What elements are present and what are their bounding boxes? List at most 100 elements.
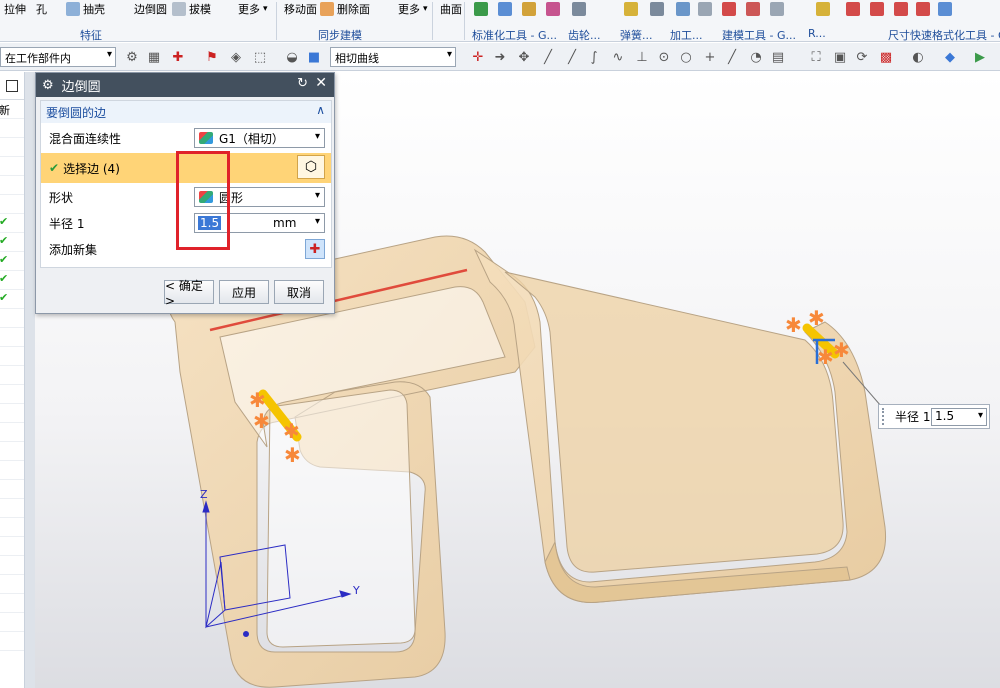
list-item[interactable] (0, 632, 24, 651)
r-tool-icon[interactable] (816, 2, 830, 16)
line-icon[interactable]: ╱ (540, 49, 556, 65)
list-item[interactable] (0, 480, 24, 499)
plus-icon[interactable]: + (702, 49, 718, 65)
feature-icon[interactable]: ⚑ (204, 49, 220, 65)
dim-tool-icon[interactable] (916, 2, 930, 16)
list-item[interactable] (0, 119, 24, 138)
dim-tool-icon[interactable] (846, 2, 860, 16)
spline-icon[interactable]: ∿ (610, 49, 626, 65)
list-item[interactable]: ✔ (0, 214, 24, 233)
std-tool-icon[interactable] (522, 2, 536, 16)
group-modeling-tools[interactable]: 建模工具 - G... (722, 27, 796, 43)
select-solid-button[interactable]: ⬡ (297, 155, 325, 179)
line-icon[interactable]: ╱ (724, 49, 740, 65)
curve-icon[interactable]: ∫ (586, 49, 602, 65)
ribbon-item-delete-face[interactable]: 删除面 (320, 0, 370, 18)
render-style-icon[interactable]: ◐ (910, 49, 926, 65)
group-dim-format[interactable]: 尺寸快速格式化工具 - GC (888, 27, 1000, 43)
fit-view-icon[interactable]: ⛶ (808, 49, 824, 65)
list-item[interactable]: ✔ (0, 252, 24, 271)
chevron-up-icon[interactable]: ∧ (316, 103, 325, 117)
stop-at-intersection-icon[interactable]: ✛ (470, 49, 486, 65)
list-item[interactable]: ✔ (0, 271, 24, 290)
snap-point-icon[interactable]: ✚ (170, 49, 186, 65)
list-item[interactable] (0, 176, 24, 195)
list-item[interactable] (0, 575, 24, 594)
list-item[interactable] (0, 309, 24, 328)
circle-icon[interactable]: ○ (678, 49, 694, 65)
apply-button[interactable]: 应用 (219, 280, 269, 304)
spring-tool-icon[interactable] (624, 2, 638, 16)
reset-icon[interactable]: ↻ (297, 76, 308, 91)
ok-button[interactable]: < 确定 > (164, 279, 214, 308)
list-item[interactable] (0, 556, 24, 575)
view-orientation-icon[interactable]: ▩ (878, 49, 894, 65)
ribbon-item-surface[interactable]: 曲面 (440, 0, 462, 18)
ribbon-item-stretch[interactable]: 拉伸 (4, 0, 26, 18)
list-item[interactable] (0, 328, 24, 347)
list-item[interactable] (0, 347, 24, 366)
radius-onscreen-value[interactable]: 1.5 ▾ (931, 408, 987, 426)
solid-icon[interactable]: ■ (306, 49, 322, 65)
drag-handle-icon[interactable] (882, 408, 888, 425)
std-tool-icon[interactable] (546, 2, 560, 16)
list-item[interactable] (0, 613, 24, 632)
list-item[interactable] (0, 366, 24, 385)
radius-onscreen-input[interactable]: 半径 1 1.5 ▾ (878, 404, 990, 429)
layer-icon[interactable]: ▶ (972, 49, 988, 65)
shaded-icon[interactable]: ◆ (942, 49, 958, 65)
ribbon-item-draft[interactable]: 拔模 (172, 0, 211, 18)
gear-icon[interactable]: ⚙ (42, 78, 54, 93)
checkbox-icon[interactable] (6, 80, 18, 92)
curve-rule-combo[interactable]: 相切曲线 ▾ (330, 47, 456, 67)
ribbon-item-move-face[interactable]: 移动面 (284, 0, 317, 18)
ribbon-item-edge-blend[interactable]: 边倒圆 (134, 0, 167, 18)
rotate-icon[interactable]: ⟳ (854, 49, 870, 65)
selection-scope-combo[interactable]: 在工作部件内 ▾ (0, 47, 116, 67)
filter-icon[interactable]: ⚙ (124, 49, 140, 65)
dim-tool-icon[interactable] (870, 2, 884, 16)
list-item[interactable] (0, 461, 24, 480)
list-item[interactable] (0, 518, 24, 537)
list-item[interactable] (0, 385, 24, 404)
list-item[interactable] (0, 195, 24, 214)
list-item[interactable] (0, 442, 24, 461)
pages-icon[interactable]: ▤ (770, 49, 786, 65)
midpoint-icon[interactable]: ⊥ (634, 49, 650, 65)
panel-splitter[interactable] (25, 72, 35, 688)
line-icon[interactable]: ╱ (564, 49, 580, 65)
zoom-icon[interactable]: ▣ (832, 49, 848, 65)
radius-unit-select[interactable]: mm (273, 216, 296, 230)
modeling-tool-icon[interactable] (770, 2, 784, 16)
group-gear[interactable]: 齿轮... (568, 27, 601, 43)
std-tool-icon[interactable] (498, 2, 512, 16)
list-item[interactable] (0, 499, 24, 518)
machining-tool-icon[interactable] (676, 2, 690, 16)
group-more-r[interactable]: R... (808, 27, 826, 40)
gear-tool-icon[interactable] (572, 2, 586, 16)
list-item[interactable] (0, 157, 24, 176)
ribbon-item-hole[interactable]: 孔 (36, 0, 47, 18)
list-item[interactable]: ✔ (0, 290, 24, 309)
dim-tool-icon[interactable] (938, 2, 952, 16)
follow-fillet-icon[interactable]: ➜ (492, 49, 508, 65)
cancel-button[interactable]: 取消 (274, 280, 324, 304)
add-new-set-button[interactable]: ✚ (305, 239, 325, 259)
group-std-tools[interactable]: 标准化工具 - G... (472, 27, 557, 43)
continuity-dropdown[interactable]: G1（相切） ▾ (194, 128, 325, 148)
body-icon[interactable]: ◒ (284, 49, 300, 65)
face-icon[interactable]: ◈ (228, 49, 244, 65)
list-item[interactable]: ✔ (0, 233, 24, 252)
ribbon-item-shell[interactable]: 抽壳 (66, 0, 105, 18)
dialog-title-bar[interactable]: ⚙ 边倒圆 ↻ ✕ (36, 73, 334, 97)
list-item[interactable] (0, 537, 24, 556)
close-icon[interactable]: ✕ (315, 75, 327, 91)
ribbon-item-more-1[interactable]: 更多 ▾ (238, 0, 268, 18)
surface-point-icon[interactable]: ◔ (748, 49, 764, 65)
ribbon-item-more-2[interactable]: 更多 ▾ (398, 0, 428, 18)
machining-tool-icon[interactable] (698, 2, 712, 16)
modeling-tool-icon[interactable] (722, 2, 736, 16)
modeling-tool-icon[interactable] (746, 2, 760, 16)
rectangle-select-icon[interactable]: ⬚ (252, 49, 268, 65)
group-machining[interactable]: 加工... (670, 27, 703, 43)
